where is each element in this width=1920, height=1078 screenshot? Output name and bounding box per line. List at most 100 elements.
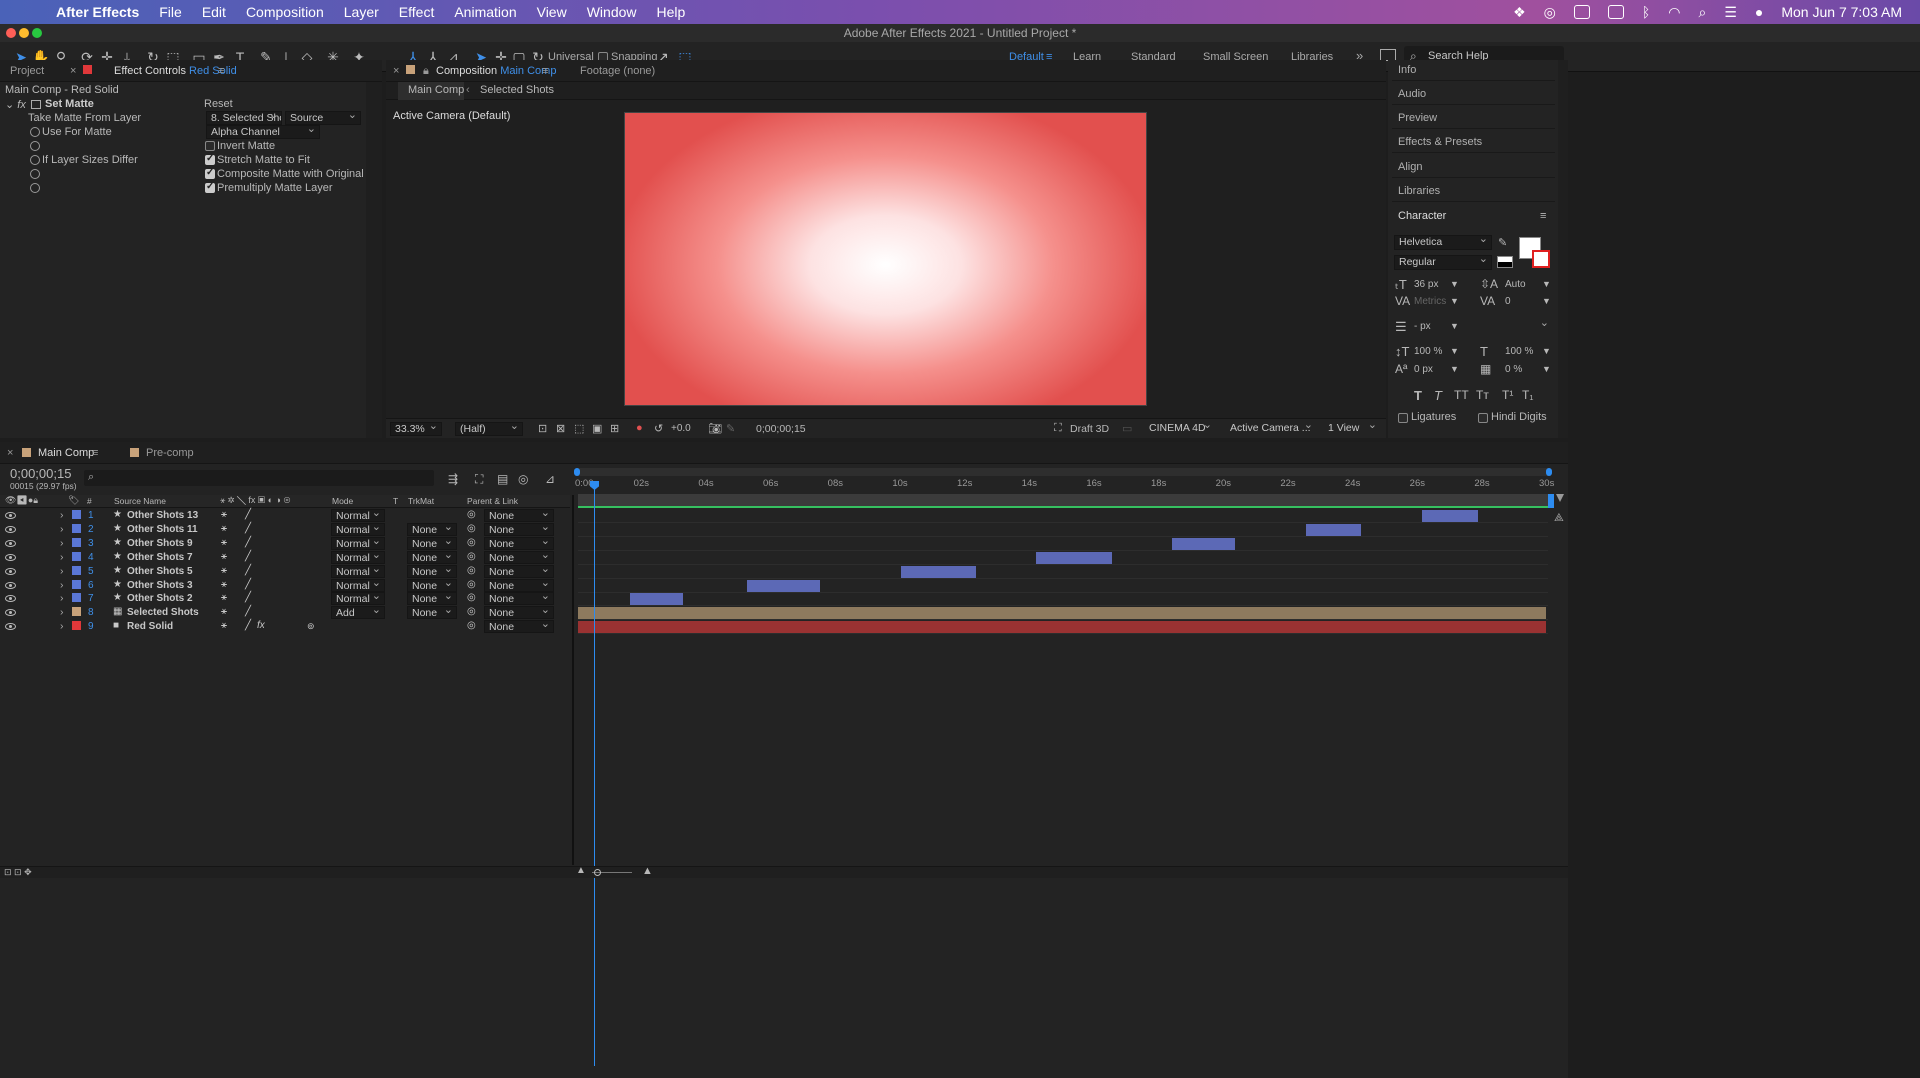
layer-duration-bar[interactable]	[1036, 551, 1112, 564]
leading-dropdown-icon[interactable]: ▼	[1542, 279, 1551, 289]
expand-chevron-icon[interactable]: ›	[60, 509, 64, 521]
layer-label-color[interactable]	[72, 510, 81, 519]
panel-menu-icon[interactable]: ≡	[92, 447, 98, 459]
comp-flowchart-icon[interactable]: ⇶	[448, 472, 458, 486]
clock[interactable]: Mon Jun 7 7:03 AM	[1781, 4, 1902, 20]
trkmat-select[interactable]: None	[407, 550, 457, 564]
creative-cloud-icon[interactable]: ◎	[1544, 4, 1556, 21]
blend-mode-select[interactable]: Normal	[331, 578, 385, 592]
snapshot-icon[interactable]: 📷︎	[708, 422, 722, 435]
airplay-icon[interactable]	[1607, 5, 1624, 19]
quality-switch-icon[interactable]: ╱	[245, 523, 251, 534]
mask-visibility-icon[interactable]: ⬚	[574, 422, 584, 435]
fit-icon[interactable]: ⊡	[538, 422, 547, 435]
camera-select[interactable]: Active Camera ...	[1226, 422, 1316, 436]
quality-switch-icon[interactable]: ╱	[245, 565, 251, 576]
transparency-grid-icon[interactable]: ⊠	[556, 422, 565, 435]
layer-name[interactable]: Other Shots 11	[127, 524, 198, 535]
tab-main-comp[interactable]: Main Comp	[38, 447, 94, 459]
expand-chevron-icon[interactable]: ›	[60, 537, 64, 549]
stopwatch-icon[interactable]	[30, 127, 40, 137]
menu-composition[interactable]: Composition	[246, 4, 324, 20]
font-style-select[interactable]: Regular	[1394, 255, 1492, 270]
tsume-value[interactable]: 0 %	[1505, 364, 1522, 375]
quality-switch-icon[interactable]: ╱	[245, 579, 251, 590]
menu-animation[interactable]: Animation	[454, 4, 516, 20]
composite-matte-checkbox[interactable]	[205, 167, 215, 179]
menu-help[interactable]: Help	[657, 4, 686, 20]
viewer-timecode[interactable]: 0;00;00;15	[756, 423, 806, 435]
font-family-select[interactable]: Helvetica	[1394, 235, 1492, 250]
dropbox-icon[interactable]: ❖	[1513, 4, 1526, 21]
blend-mode-select[interactable]: Normal	[331, 564, 385, 578]
subscript-icon[interactable]: T₁	[1522, 388, 1533, 402]
parent-pickwhip-icon[interactable]: ◎	[467, 579, 476, 590]
siri-icon[interactable]: ●	[1755, 4, 1763, 20]
resolution-select[interactable]: (Half)	[455, 422, 523, 436]
visibility-eye-icon[interactable]	[5, 567, 16, 575]
shy-switch-icon[interactable]: ⚹	[221, 620, 227, 631]
motion-blur-icon[interactable]: ◎	[518, 472, 528, 486]
shy-switch-icon[interactable]: ⚹	[221, 551, 227, 562]
blend-mode-select[interactable]: Normal	[331, 522, 385, 536]
baseline-shift-dropdown-icon[interactable]: ▼	[1450, 364, 1459, 374]
blend-mode-select[interactable]: Normal	[331, 592, 385, 606]
small-caps-icon[interactable]: Tᴛ	[1476, 388, 1489, 402]
shy-switch-icon[interactable]: ⚹	[221, 509, 227, 520]
hindi-digits-checkbox[interactable]	[1478, 413, 1488, 423]
tsume-dropdown-icon[interactable]: ▼	[1542, 364, 1551, 374]
crumb-selected-shots[interactable]: Selected Shots	[480, 84, 554, 96]
stopwatch-icon[interactable]	[30, 155, 40, 165]
bluetooth-icon[interactable]: ᛒ	[1642, 4, 1650, 20]
leading-value[interactable]: Auto	[1505, 279, 1526, 290]
layer-row[interactable]: › 7 ★ Other Shots 2 ⚹ ╱ Normal None ◎ None	[0, 592, 570, 606]
panel-audio[interactable]: Audio	[1392, 83, 1555, 105]
layer-label-color[interactable]	[72, 523, 81, 533]
menu-edit[interactable]: Edit	[202, 4, 226, 20]
expand-chevron-icon[interactable]: ›	[60, 606, 64, 618]
panel-menu-icon[interactable]: ≡	[218, 65, 224, 77]
parent-select[interactable]: None	[484, 578, 554, 592]
close-window-icon[interactable]	[6, 28, 16, 38]
stroke-style-select[interactable]	[1460, 320, 1552, 334]
parent-pickwhip-icon[interactable]: ◎	[467, 606, 476, 617]
shy-switch-icon[interactable]: ⚹	[221, 565, 227, 576]
ligatures-checkbox[interactable]	[1398, 413, 1408, 423]
work-area-navigator[interactable]	[574, 468, 1552, 476]
layer-name[interactable]: Selected Shots	[127, 607, 199, 618]
3d-layer-switch-icon[interactable]: ⊚	[307, 621, 315, 632]
effect-controls-scrollbar[interactable]	[366, 82, 382, 438]
parent-pickwhip-icon[interactable]: ◎	[467, 592, 476, 603]
reset-link[interactable]: Reset	[204, 98, 233, 110]
zoom-window-icon[interactable]	[32, 28, 42, 38]
tab-composition[interactable]: Composition Main Comp	[436, 65, 556, 77]
channels-icon[interactable]: ●	[636, 422, 643, 434]
parent-pickwhip-icon[interactable]: ◎	[467, 565, 476, 576]
layer-duration-bar[interactable]	[578, 621, 1546, 634]
stroke-width-dropdown-icon[interactable]: ▼	[1450, 321, 1459, 331]
layer-duration-bar[interactable]	[1306, 523, 1361, 536]
vertical-scale-dropdown-icon[interactable]: ▼	[1450, 346, 1459, 356]
shy-switch-icon[interactable]: ⚹	[221, 523, 227, 534]
parent-pickwhip-icon[interactable]: ◎	[467, 537, 476, 548]
eyedropper-icon[interactable]: ✎	[1498, 236, 1507, 249]
tracking-dropdown-icon[interactable]: ▼	[1542, 296, 1551, 306]
frame-blending-icon[interactable]: ▤	[497, 472, 508, 486]
kerning-dropdown-icon[interactable]: ▼	[1450, 296, 1459, 306]
visibility-eye-icon[interactable]	[5, 581, 16, 589]
visibility-eye-icon[interactable]	[5, 525, 16, 533]
close-tab-icon[interactable]: ×	[393, 65, 399, 77]
tab-footage[interactable]: Footage (none)	[580, 65, 655, 77]
panel-preview[interactable]: Preview	[1392, 107, 1555, 129]
visibility-eye-icon[interactable]	[5, 595, 16, 603]
shy-switch-icon[interactable]: ⚹	[221, 579, 227, 590]
tracking-value[interactable]: 0	[1505, 296, 1511, 307]
blend-mode-select[interactable]: Normal	[331, 550, 385, 564]
comp-lock-icon[interactable]: 🔒︎	[423, 65, 429, 78]
stretch-matte-checkbox[interactable]	[205, 153, 215, 165]
expand-chevron-icon[interactable]: ›	[60, 620, 64, 632]
expand-chevron-icon[interactable]: ›	[60, 579, 64, 591]
layer-row[interactable]: › 6 ★ Other Shots 3 ⚹ ╱ Normal None ◎ None	[0, 578, 570, 593]
parent-select[interactable]: None	[484, 522, 554, 536]
extended-viewer-icon[interactable]: ▭	[1122, 422, 1132, 435]
